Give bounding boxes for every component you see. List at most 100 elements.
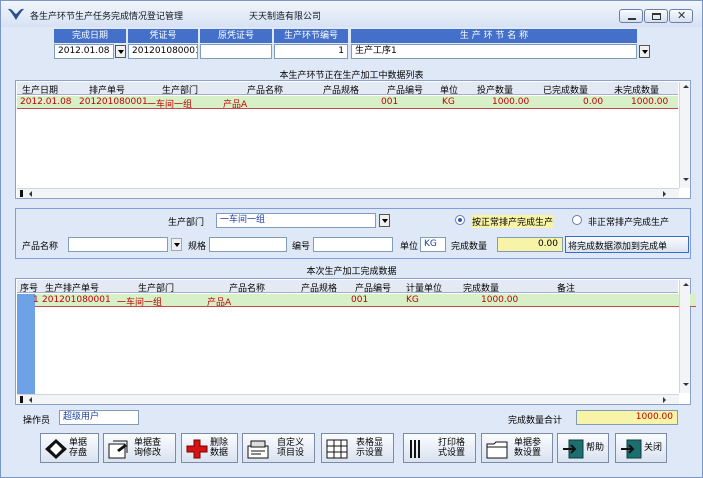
spec-field[interactable] [209, 237, 287, 252]
help-button[interactable]: 帮助 [557, 433, 609, 463]
scroll-up-icon[interactable] [683, 283, 689, 286]
stage-name-dropdown-icon[interactable] [639, 45, 650, 58]
voucher-label: 凭证号 [128, 29, 198, 43]
entry-form: 生产部门 一车间一组 按正常排产完成生产 非正常排产完成生产 产品名称 规格 编… [15, 208, 691, 259]
wip-col-done-qty[interactable]: 已完成数量 [543, 83, 588, 96]
wip-cell-dept: 一车间一组 [147, 100, 193, 110]
table-display-button[interactable]: 表格显 示设置 [321, 433, 394, 463]
stage-name-field[interactable]: 生产工序1 [351, 44, 637, 59]
radio-normal[interactable] [455, 215, 465, 225]
wip-table-header: 生产日期 排产单号 生产部门 产品名称 产品规格 产品编号 单位 投产数量 已完… [17, 82, 678, 96]
custom-items-button[interactable]: 自定义 项目设 [242, 433, 315, 463]
wip-col-undone-qty[interactable]: 未完成数量 [614, 83, 659, 96]
wip-col-code[interactable]: 产品编号 [387, 83, 423, 96]
minimize-button[interactable] [619, 9, 643, 23]
date-label: 完成日期 [54, 29, 126, 43]
done-col-code[interactable]: 产品编号 [355, 281, 391, 294]
done-col-seq[interactable]: 序号 [20, 281, 38, 294]
code-field[interactable] [313, 237, 393, 252]
wip-table: 生产日期 排产单号 生产部门 产品名称 产品规格 产品编号 单位 投产数量 已完… [15, 80, 691, 199]
done-table-title: 本次生产加工完成数据 [306, 267, 397, 277]
wip-col-unit[interactable]: 单位 [440, 83, 458, 96]
scroll-down-icon[interactable] [683, 178, 689, 181]
date-dropdown-icon[interactable] [115, 45, 126, 58]
dept-dropdown-icon[interactable] [379, 214, 390, 227]
scroll-up-icon[interactable] [683, 85, 689, 88]
stage-no-label: 生产环节编号 [274, 29, 348, 43]
wip-col-input-qty[interactable]: 投产数量 [477, 83, 513, 96]
add-to-completion-button[interactable]: 将完成数据添加到完成单 [565, 236, 689, 253]
doc-params-button[interactable]: 单据参 数设置 [481, 433, 553, 463]
row-selector-column[interactable] [17, 294, 35, 395]
product-field[interactable] [68, 237, 168, 252]
wip-col-plan-no[interactable]: 排产单号 [89, 83, 125, 96]
radio-abnormal-label[interactable]: 非正常排产完成生产 [588, 215, 669, 228]
done-col-plan-no[interactable]: 生产排产单号 [45, 281, 99, 294]
delete-cross-icon [186, 439, 208, 459]
done-col-product[interactable]: 产品名称 [229, 281, 265, 294]
close-window-button[interactable]: ✕ [669, 9, 693, 23]
radio-abnormal[interactable] [572, 215, 582, 225]
done-col-note[interactable]: 备注 [557, 281, 575, 294]
stage-name-label: 生 产 环 节 名 称 [351, 29, 637, 43]
wip-cell-date: 2012.01.08 [20, 97, 72, 107]
wip-horizontal-scrollbar[interactable] [17, 188, 679, 198]
wip-col-date[interactable]: 生产日期 [22, 83, 58, 96]
save-diamond-icon [45, 439, 67, 459]
table-row[interactable]: 1 201201080001 一车间一组 产品A 001 KG 1000.00 [33, 294, 696, 308]
wip-col-dept[interactable]: 生产部门 [162, 83, 198, 96]
spec-label: 规格 [188, 242, 207, 252]
unit-field[interactable]: KG [420, 237, 446, 252]
done-cell-dept: 一车间一组 [117, 298, 163, 308]
date-field[interactable]: 2012.01.08 [54, 44, 114, 59]
done-col-dept[interactable]: 生产部门 [138, 281, 174, 294]
product-dropdown-icon[interactable] [171, 238, 182, 251]
done-vertical-scrollbar[interactable] [679, 280, 690, 393]
query-edit-button[interactable]: 单据查 询修改 [103, 433, 176, 463]
done-cell-product: 产品A [207, 298, 232, 308]
save-document-button[interactable]: 单据 存盘 [40, 433, 99, 463]
original-voucher-field[interactable] [200, 44, 272, 59]
scroll-down-icon[interactable] [683, 383, 689, 386]
company-name: 天天制造有限公司 [249, 12, 322, 22]
scroll-thumb[interactable] [20, 190, 23, 197]
scroll-left-icon[interactable] [29, 191, 32, 197]
scroll-right-icon[interactable] [663, 191, 666, 197]
stage-no-field[interactable]: 1 [274, 44, 348, 59]
delete-data-button[interactable]: 删除 数据 [181, 433, 238, 463]
custom-items-icon [247, 440, 269, 459]
done-horizontal-scrollbar[interactable] [17, 394, 679, 404]
close-button[interactable]: 关闭 [615, 433, 667, 463]
table-display-label: 表格显 示设置 [356, 438, 384, 458]
wip-cell-code: 001 [381, 97, 399, 107]
operator-label: 操作员 [23, 416, 51, 426]
voucher-field[interactable]: 201201080001 [128, 44, 198, 59]
wip-col-spec[interactable]: 产品规格 [323, 83, 359, 96]
wip-col-product[interactable]: 产品名称 [247, 83, 283, 96]
done-col-qty[interactable]: 完成数量 [463, 281, 499, 294]
wip-vertical-scrollbar[interactable] [679, 82, 690, 188]
scroll-thumb[interactable] [20, 396, 23, 403]
radio-normal-label[interactable]: 按正常排产完成生产 [472, 215, 554, 228]
operator-field: 超级用户 [59, 410, 139, 425]
code-label: 编号 [292, 242, 311, 252]
done-col-unit[interactable]: 计量单位 [406, 281, 442, 294]
wip-cell-done-qty: 0.00 [583, 97, 604, 107]
wip-cell-undone-qty: 1000.00 [631, 97, 669, 107]
scroll-right-icon[interactable] [663, 397, 666, 403]
print-format-button[interactable]: 打印格 式设置 [403, 433, 476, 463]
query-edit-icon [108, 440, 128, 459]
app-logo-icon [8, 8, 24, 20]
minimize-icon [628, 18, 636, 20]
total-label: 完成数量合计 [508, 416, 563, 426]
done-col-spec[interactable]: 产品规格 [301, 281, 337, 294]
add-button-label: 将完成数据添加到完成单 [568, 242, 668, 252]
restore-button[interactable] [644, 9, 668, 23]
dept-field[interactable]: 一车间一组 [216, 213, 376, 228]
qty-field[interactable]: 0.00 [497, 237, 563, 252]
scroll-left-icon[interactable] [29, 397, 32, 403]
table-row[interactable]: 2012.01.08 201201080001 一车间一组 产品A 001 KG… [17, 96, 678, 110]
total-field: 1000.00 [576, 410, 678, 425]
wip-cell-unit: KG [442, 97, 455, 107]
restore-icon [652, 13, 661, 20]
